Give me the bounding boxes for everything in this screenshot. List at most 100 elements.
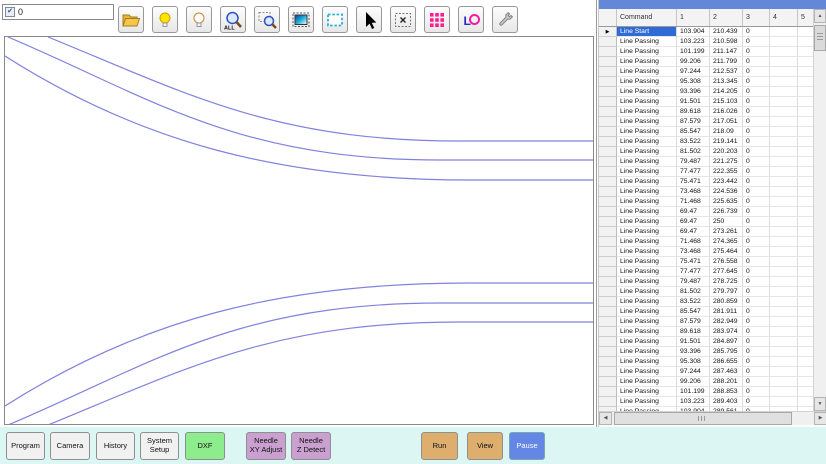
value-cell[interactable]	[798, 207, 814, 217]
value-cell[interactable]	[770, 377, 798, 387]
value-cell[interactable]	[798, 247, 814, 257]
column-header[interactable]: Command	[617, 9, 677, 26]
clear-selection-button[interactable]	[390, 6, 416, 33]
table-row[interactable]: Line Passing71.468274.3650	[599, 237, 814, 247]
value-cell[interactable]: 215.103	[710, 97, 743, 107]
value-cell[interactable]	[798, 287, 814, 297]
value-cell[interactable]: 73.468	[677, 247, 710, 257]
row-selector[interactable]	[599, 57, 617, 67]
value-cell[interactable]: 286.655	[710, 357, 743, 367]
table-row[interactable]: Line Passing77.477277.6450	[599, 267, 814, 277]
value-cell[interactable]: 278.725	[710, 277, 743, 287]
needle-z-detect-button[interactable]: Needle Z Detect	[291, 432, 331, 460]
value-cell[interactable]: 0	[743, 337, 770, 347]
command-cell[interactable]: Line Passing	[617, 347, 677, 357]
value-cell[interactable]: 0	[743, 147, 770, 157]
value-cell[interactable]: 289.403	[710, 397, 743, 407]
command-cell[interactable]: Line Passing	[617, 187, 677, 197]
row-selector[interactable]	[599, 277, 617, 287]
value-cell[interactable]	[770, 37, 798, 47]
value-cell[interactable]: 0	[743, 327, 770, 337]
table-row[interactable]: Line Passing83.522280.8590	[599, 297, 814, 307]
value-cell[interactable]: 103.223	[677, 397, 710, 407]
value-cell[interactable]: 0	[743, 127, 770, 137]
value-cell[interactable]	[770, 187, 798, 197]
value-cell[interactable]: 93.396	[677, 87, 710, 97]
value-cell[interactable]	[770, 367, 798, 377]
value-cell[interactable]: 285.795	[710, 347, 743, 357]
value-cell[interactable]	[770, 277, 798, 287]
value-cell[interactable]	[798, 167, 814, 177]
value-cell[interactable]: 89.618	[677, 107, 710, 117]
value-cell[interactable]	[798, 217, 814, 227]
run-button[interactable]: Run	[421, 432, 458, 460]
scroll-right-icon[interactable]: ▶	[814, 412, 826, 425]
value-cell[interactable]: 101.199	[677, 387, 710, 397]
value-cell[interactable]: 103.223	[677, 37, 710, 47]
table-row[interactable]: Line Passing73.468224.5360	[599, 187, 814, 197]
value-cell[interactable]: 81.502	[677, 147, 710, 157]
value-cell[interactable]: 0	[743, 347, 770, 357]
value-cell[interactable]	[770, 97, 798, 107]
value-cell[interactable]	[770, 237, 798, 247]
value-cell[interactable]	[770, 327, 798, 337]
drawing-canvas[interactable]	[4, 36, 594, 425]
value-cell[interactable]: 287.463	[710, 367, 743, 377]
table-row[interactable]: Line Passing95.308286.6550	[599, 357, 814, 367]
value-cell[interactable]: 0	[743, 267, 770, 277]
value-cell[interactable]: 69.47	[677, 217, 710, 227]
table-row[interactable]: Line Passing93.396285.7950	[599, 347, 814, 357]
value-cell[interactable]: 0	[743, 187, 770, 197]
table-row[interactable]: Line Passing83.522219.1410	[599, 137, 814, 147]
command-cell[interactable]: Line Passing	[617, 277, 677, 287]
value-cell[interactable]: 69.47	[677, 207, 710, 217]
value-cell[interactable]	[770, 57, 798, 67]
value-cell[interactable]	[798, 397, 814, 407]
scroll-up-icon[interactable]: ▲	[814, 9, 826, 23]
table-row[interactable]: Line Passing99.206288.2010	[599, 377, 814, 387]
command-cell[interactable]: Line Passing	[617, 267, 677, 277]
value-cell[interactable]: 0	[743, 117, 770, 127]
value-cell[interactable]: 220.203	[710, 147, 743, 157]
value-cell[interactable]	[770, 157, 798, 167]
value-cell[interactable]: 284.897	[710, 337, 743, 347]
value-cell[interactable]: 89.618	[677, 327, 710, 337]
value-cell[interactable]: 0	[743, 37, 770, 47]
value-cell[interactable]: 69.47	[677, 227, 710, 237]
value-cell[interactable]: 226.739	[710, 207, 743, 217]
value-cell[interactable]	[770, 107, 798, 117]
command-cell[interactable]: Line Passing	[617, 157, 677, 167]
light-on-button[interactable]	[152, 6, 178, 33]
value-cell[interactable]: 288.853	[710, 387, 743, 397]
table-row[interactable]: Line Passing71.468225.6350	[599, 197, 814, 207]
table-row[interactable]: Line Passing69.47273.2610	[599, 227, 814, 237]
table-row[interactable]: Line Passing69.47226.7390	[599, 207, 814, 217]
vertical-scrollbar[interactable]: ▲ ▼	[813, 9, 826, 411]
view-button[interactable]: View	[467, 432, 503, 460]
value-cell[interactable]	[798, 337, 814, 347]
value-cell[interactable]: 223.442	[710, 177, 743, 187]
value-cell[interactable]	[798, 57, 814, 67]
value-cell[interactable]	[770, 337, 798, 347]
value-cell[interactable]: 0	[743, 237, 770, 247]
column-header[interactable]: 5	[798, 9, 814, 26]
value-cell[interactable]: 93.396	[677, 347, 710, 357]
value-cell[interactable]	[798, 367, 814, 377]
command-cell[interactable]: Line Passing	[617, 387, 677, 397]
table-row[interactable]: Line Passing101.199288.8530	[599, 387, 814, 397]
value-cell[interactable]	[798, 237, 814, 247]
value-cell[interactable]	[798, 257, 814, 267]
table-row[interactable]: Line Passing99.206211.7990	[599, 57, 814, 67]
value-cell[interactable]	[798, 37, 814, 47]
value-cell[interactable]: 0	[743, 57, 770, 67]
command-cell[interactable]: Line Passing	[617, 147, 677, 157]
row-selector[interactable]	[599, 367, 617, 377]
value-cell[interactable]: 0	[743, 137, 770, 147]
value-cell[interactable]: 73.468	[677, 187, 710, 197]
command-cell[interactable]: Line Passing	[617, 167, 677, 177]
table-row[interactable]: Line Passing89.618216.0260	[599, 107, 814, 117]
horizontal-scroll-thumb[interactable]	[614, 412, 792, 425]
value-cell[interactable]	[770, 347, 798, 357]
value-cell[interactable]	[770, 397, 798, 407]
value-cell[interactable]: 71.468	[677, 197, 710, 207]
